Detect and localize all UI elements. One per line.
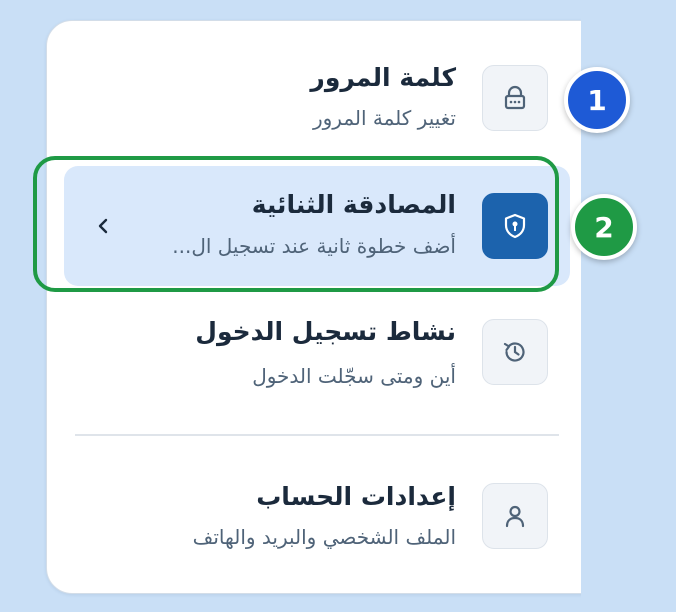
lock-icon	[504, 85, 526, 110]
menu-item-title: كلمة المرور	[310, 63, 456, 92]
step-badge-1: 1	[564, 67, 630, 133]
history-icon	[503, 342, 525, 362]
lock-icon-tile	[482, 65, 548, 131]
menu-item-subtitle: الملف الشخصي والبريد والهاتف	[192, 525, 456, 549]
step-highlight-outline	[33, 156, 559, 292]
menu-item-title: نشاط تسجيل الدخول	[195, 317, 456, 346]
user-icon-tile	[482, 483, 548, 549]
menu-item-subtitle: تغيير كلمة المرور	[312, 106, 456, 130]
menu-item-subtitle: أين ومتى سجّلت الدخول	[252, 364, 456, 388]
divider	[75, 434, 559, 436]
history-icon-tile	[482, 319, 548, 385]
user-icon	[505, 505, 525, 528]
step-badge-2: 2	[571, 194, 637, 260]
menu-item-title: إعدادات الحساب	[256, 482, 456, 511]
